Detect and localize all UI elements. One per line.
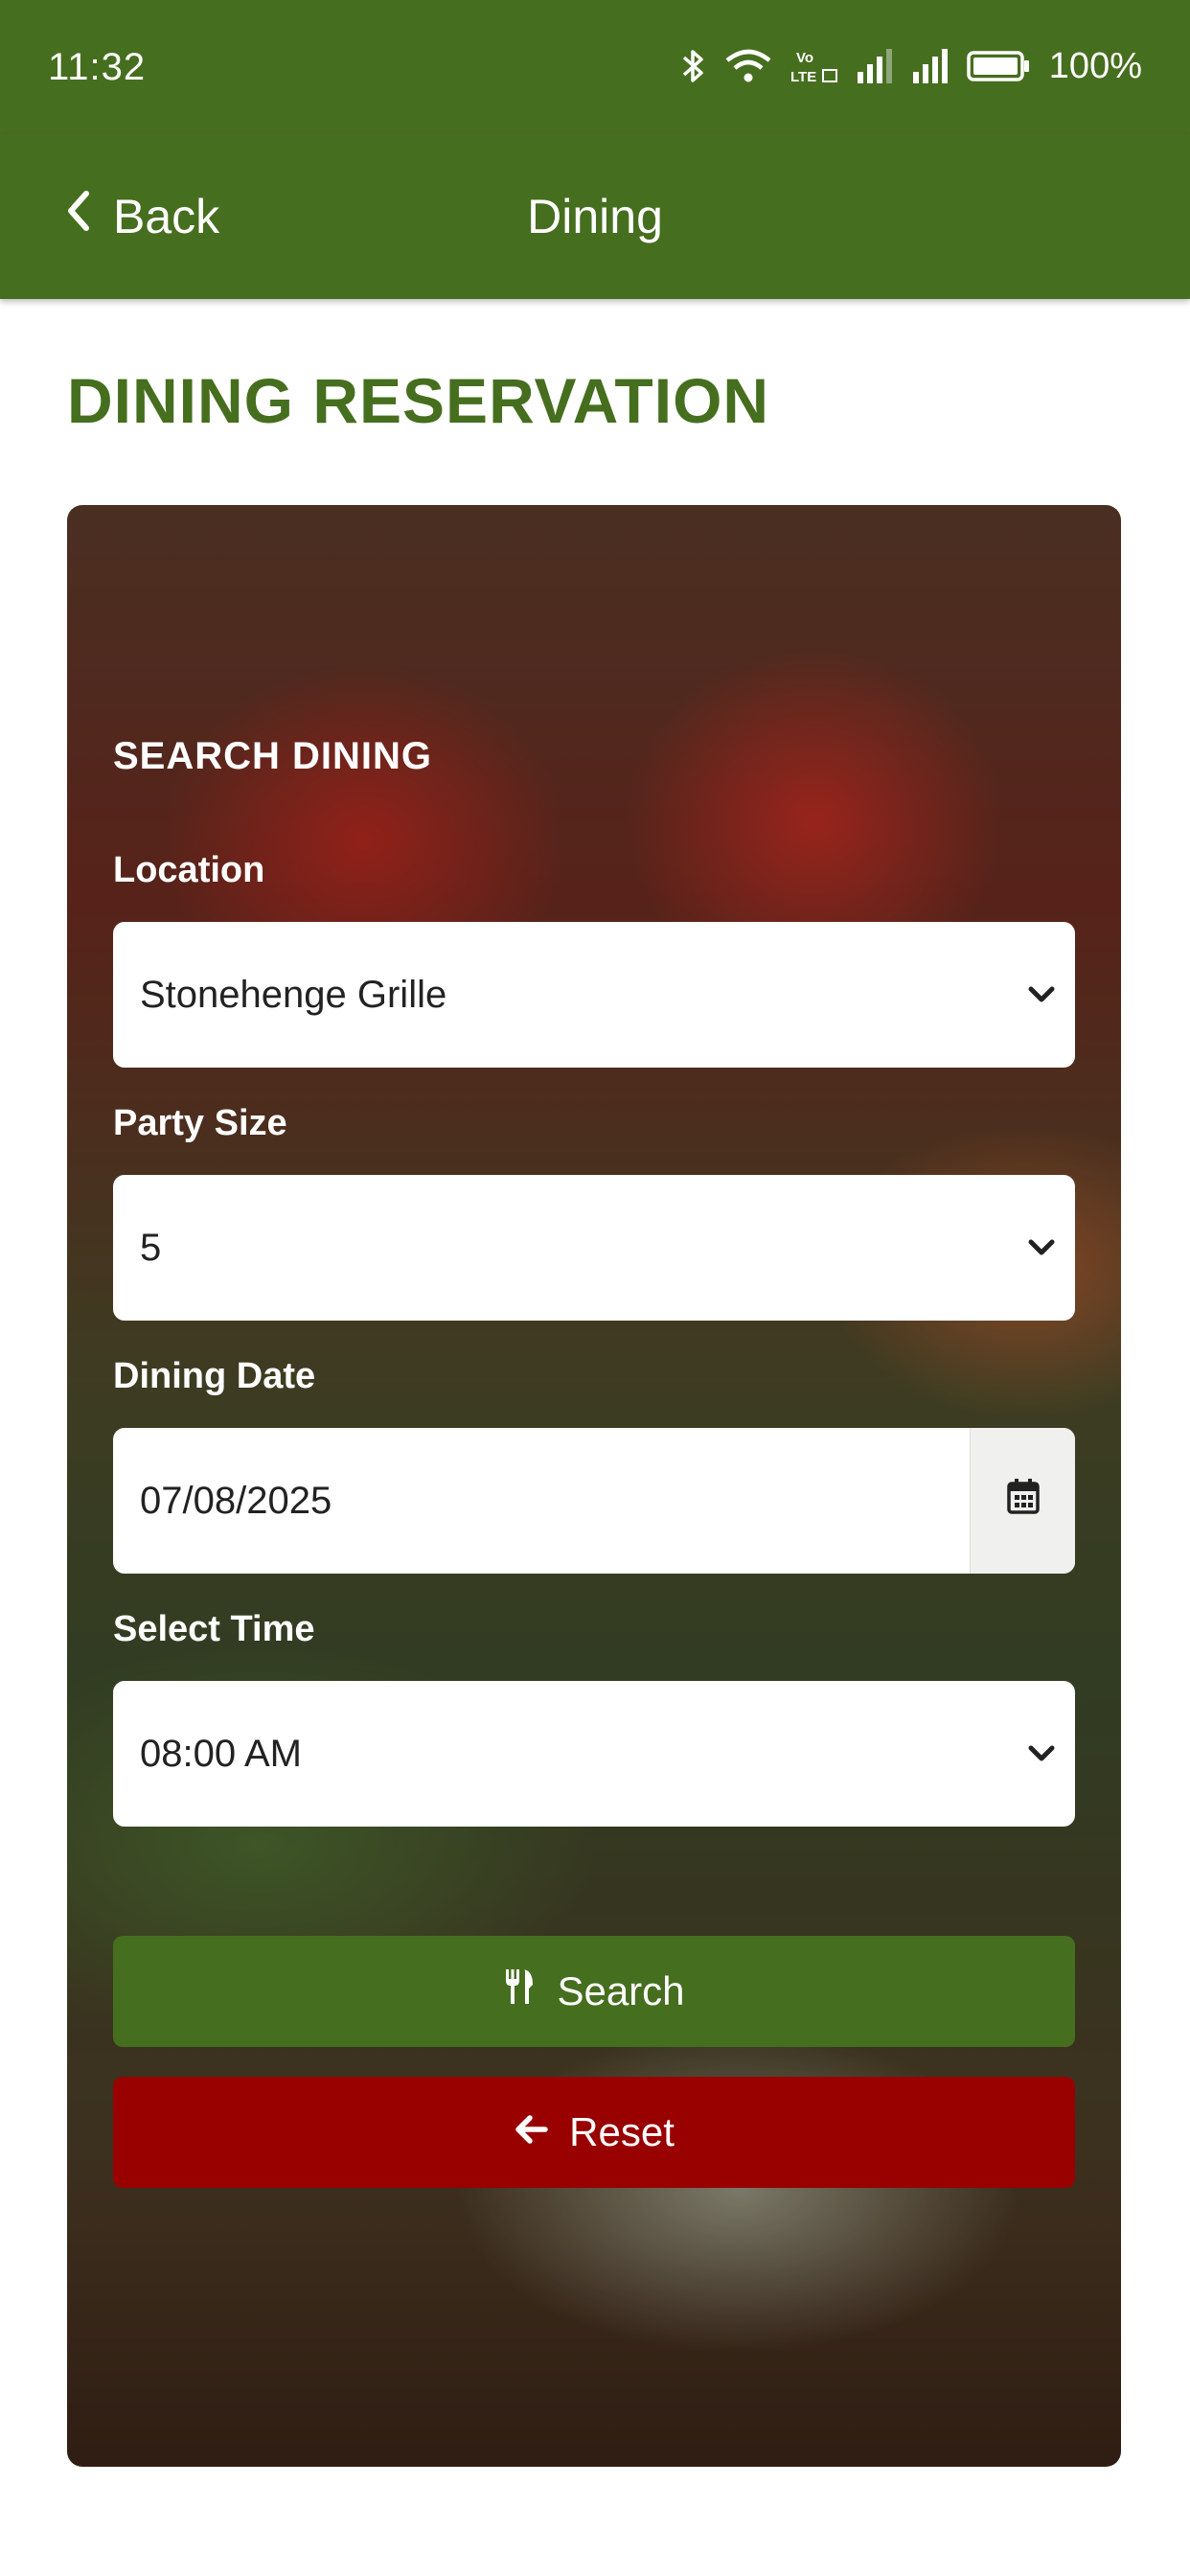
volte-icon: Vo LTE [790, 47, 838, 85]
battery-icon [967, 47, 1030, 85]
wifi-icon [723, 47, 773, 85]
nav-title-text: Dining [527, 190, 663, 243]
reset-label: Reset [569, 2109, 675, 2154]
party-size-label: Party Size [113, 1103, 287, 1143]
section-title: SEARCH DINING [113, 735, 433, 777]
dining-date-label: Dining Date [113, 1356, 316, 1396]
location-value: Stonehenge Grille [140, 973, 447, 1016]
bluetooth-icon [681, 47, 706, 85]
search-button[interactable]: Search [113, 1936, 1075, 2047]
search-label: Search [557, 1968, 685, 2013]
location-select[interactable]: Stonehenge Grille [113, 922, 1075, 1068]
chevron-down-icon [1008, 922, 1075, 1068]
calendar-button[interactable] [970, 1428, 1075, 1574]
arrow-left-icon [514, 2109, 548, 2155]
signal-icon [856, 47, 894, 85]
svg-text:Vo: Vo [796, 50, 813, 66]
chevron-down-icon [1008, 1175, 1075, 1321]
select-time-select[interactable]: 08:00 AM [113, 1681, 1075, 1827]
calendar-icon [1006, 1477, 1041, 1525]
dining-date-input[interactable]: 07/08/2025 [113, 1428, 1075, 1574]
back-label: Back [113, 190, 220, 243]
chevron-left-icon [63, 188, 92, 245]
select-time-value: 08:00 AM [140, 1732, 303, 1775]
utensils-icon [503, 1967, 536, 2015]
chevron-down-icon [1008, 1681, 1075, 1827]
signal-icon [911, 47, 950, 85]
battery-percentage: 100% [1048, 45, 1142, 86]
search-dining-card: SEARCH DINING Location Stonehenge Grille… [67, 505, 1121, 2467]
svg-text:LTE: LTE [790, 69, 816, 85]
status-icons: Vo LTE 100% [681, 42, 1142, 90]
party-size-value: 5 [140, 1226, 162, 1269]
nav-bar: Dining Back [0, 134, 1190, 299]
status-time: 11:32 [48, 46, 147, 88]
back-button[interactable]: Back [63, 182, 219, 251]
dining-date-value: 07/08/2025 [140, 1479, 332, 1522]
page-title: DINING RESERVATION [67, 365, 770, 436]
select-time-label: Select Time [113, 1609, 315, 1649]
reset-button[interactable]: Reset [113, 2077, 1075, 2188]
status-bar: 11:32 Vo LTE 100% [0, 0, 1190, 134]
location-label: Location [113, 850, 265, 890]
party-size-select[interactable]: 5 [113, 1175, 1075, 1321]
